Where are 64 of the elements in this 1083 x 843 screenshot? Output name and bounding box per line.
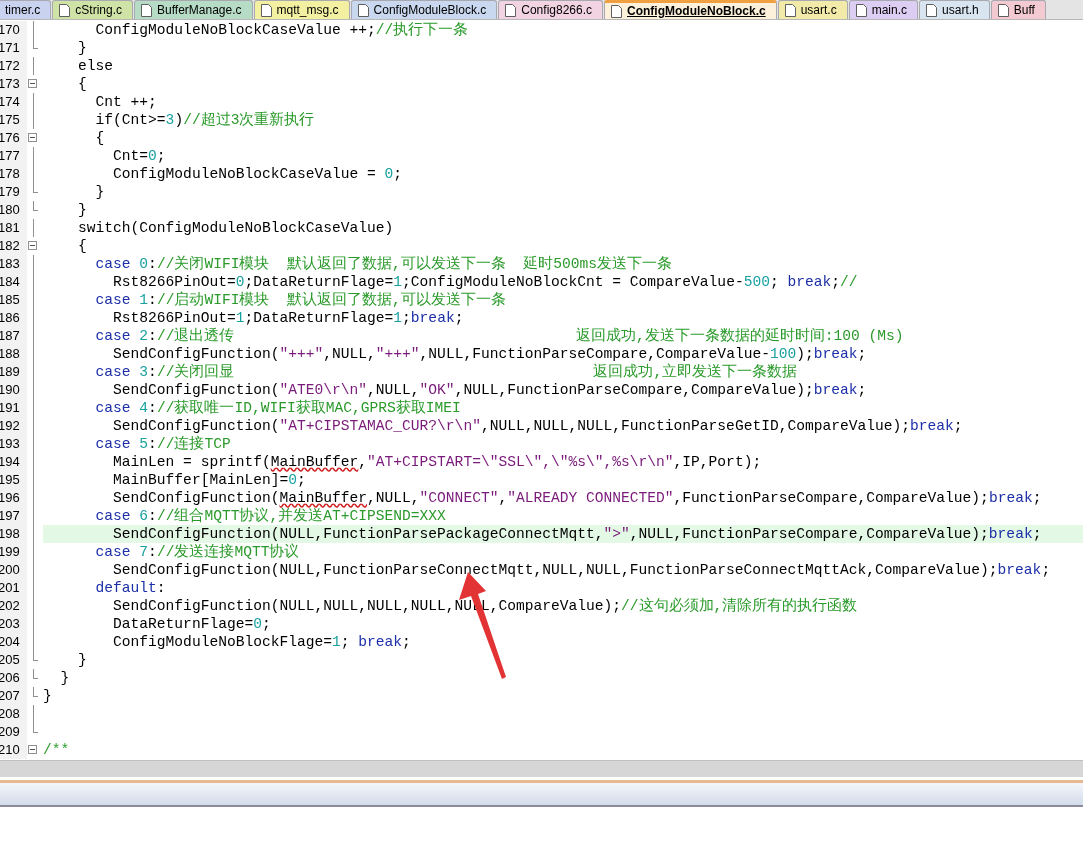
file-icon	[855, 3, 867, 17]
file-tab[interactable]: ConfigModuleBlock.c	[350, 0, 498, 19]
file-icon	[926, 3, 938, 17]
code-line: case 0://关闭WIFI模块 默认返回了数据,可以发送下一条 延时500ms发送下一条	[94, 255, 673, 273]
code-line: MainLen = sprintf(MainBuffer,"AT+CIPSTART=\"SSL\",\"%s\",%s\r\n",IP,Port);	[112, 453, 763, 471]
collapse-icon[interactable]	[28, 79, 37, 88]
code-line: if(Cnt>=3)//超过3次重新执行	[94, 111, 316, 129]
code-line: MainBuffer[MainLen]=0;	[112, 471, 307, 489]
code-line: }	[77, 39, 88, 57]
code-line: case 6://组合MQTT协议,并发送AT+CIPSEND=XXX	[94, 507, 447, 525]
code-line: switch(ConfigModuleNoBlockCaseValue)	[77, 219, 395, 237]
file-icon	[997, 3, 1009, 17]
file-tab[interactable]: Buff	[990, 0, 1046, 19]
code-line: case 2://退出透传 返回成功,发送下一条数据的延时时间:100 (Ms)	[94, 327, 905, 345]
code-line: SendConfigFunction(MainBuffer,NULL,"CONNECT","ALREADY CONNECTED",FunctionParseCompare,CompareValue);break;	[112, 489, 1043, 507]
file-icon	[611, 4, 622, 18]
code-line: }	[77, 651, 88, 669]
file-tab[interactable]: mqtt_msg.c	[253, 0, 350, 19]
code-line: case 1://启动WIFI模块 默认返回了数据,可以发送下一条	[94, 291, 507, 309]
collapse-icon[interactable]	[28, 745, 37, 754]
code-line: {	[77, 75, 88, 93]
code-line: ConfigModuleNoBlockCaseValue ++;//执行下一条	[94, 21, 470, 39]
code-line: {	[94, 129, 106, 147]
panel-splitter[interactable]	[0, 780, 1083, 807]
code-line: {	[77, 237, 88, 255]
code-line: SendConfigFunction("ATE0\r\n",NULL,"OK",NULL,FunctionParseCompare,CompareValue);break;	[112, 381, 868, 399]
code-line: default:	[94, 579, 167, 597]
file-tab[interactable]: Config8266.c	[498, 0, 603, 19]
collapse-icon[interactable]	[28, 241, 37, 250]
file-icon	[357, 3, 369, 17]
file-tab[interactable]: timer.c	[0, 0, 52, 19]
code-line: Rst8266PinOut=0;DataReturnFlage=1;ConfigModuleNoBlockCnt = CompareValue-500; break;//	[112, 273, 859, 291]
file-icon	[141, 3, 153, 17]
file-tab[interactable]: cString.c	[52, 0, 134, 19]
code-line: }	[43, 687, 53, 705]
code-line: }	[77, 201, 88, 219]
code-line: SendConfigFunction("+++",NULL,"+++",NULL,FunctionParseCompare,CompareValue-100);break;	[112, 345, 868, 363]
code-line: DataReturnFlage=0;	[112, 615, 272, 633]
code-line: }	[59, 669, 71, 687]
file-tab[interactable]: usart.c	[777, 0, 848, 19]
code-line: SendConfigFunction(NULL,FunctionParseConnectMqtt,NULL,NULL,FunctionParseConnectMqttAck,CompareValue);break;	[112, 561, 1052, 579]
file-tab[interactable]: BufferManage.c	[134, 0, 253, 19]
file-icon	[505, 3, 517, 17]
code-line: case 3://关闭回显 返回成功,立即发送下一条数据	[94, 363, 799, 381]
code-line: case 4://获取唯一ID,WIFI获取MAC,GPRS获取IMEI	[94, 399, 462, 417]
code-line: SendConfigFunction("AT+CIPSTAMAC_CUR?\r\n",NULL,NULL,NULL,FunctionParseGetID,CompareValue);break;	[112, 417, 964, 435]
code-line: case 7://发送连接MQTT协议	[94, 543, 301, 561]
code-line: }	[94, 183, 106, 201]
horizontal-scrollbar[interactable]	[0, 760, 1083, 777]
code-line: /**	[43, 741, 71, 759]
code-line: Cnt ++;	[94, 93, 158, 111]
code-line: case 5://连接TCP	[94, 435, 232, 453]
file-icon	[784, 3, 796, 17]
code-line: else	[77, 57, 115, 75]
code-line: Rst8266PinOut=1;DataReturnFlage=1;break;	[112, 309, 465, 327]
file-tab[interactable]: ConfigModuleNoBlock.c	[604, 0, 777, 19]
code-line: ConfigModuleNoBlockFlage=1; break;	[112, 633, 412, 651]
file-tab[interactable]: main.c	[848, 0, 919, 19]
file-icon	[260, 3, 272, 17]
file-tab[interactable]: usart.h	[919, 0, 990, 19]
file-icon	[59, 3, 71, 17]
code-line: ConfigModuleNoBlockCaseValue = 0;	[112, 165, 404, 183]
code-line: Cnt=0;	[112, 147, 167, 165]
collapse-icon[interactable]	[28, 133, 37, 142]
